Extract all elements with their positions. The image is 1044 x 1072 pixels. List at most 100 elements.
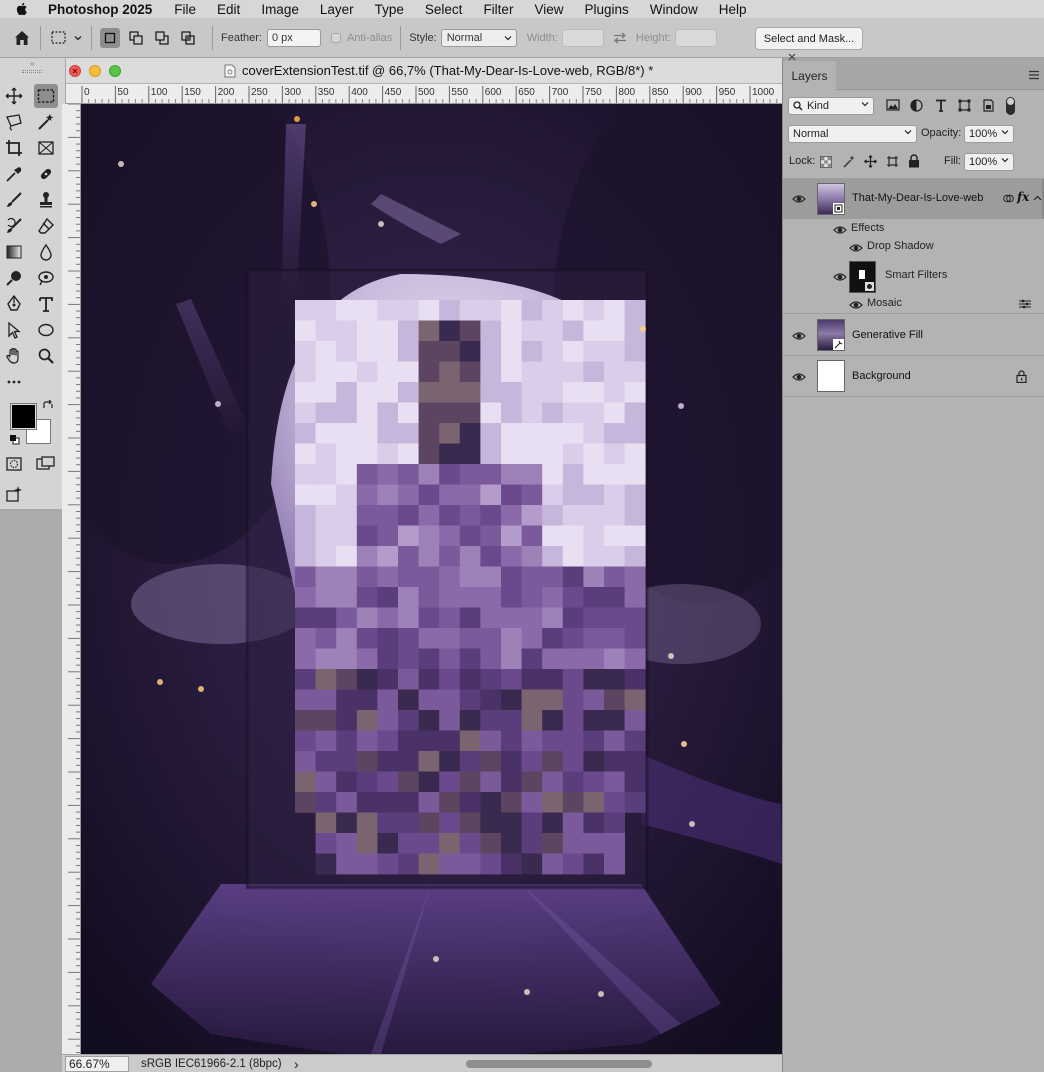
status-info-arrow[interactable]: ›	[294, 1056, 299, 1072]
shape-layer-filter-icon[interactable]	[958, 99, 971, 112]
foreground-color-swatch[interactable]	[10, 403, 37, 430]
menu-help[interactable]: Help	[719, 2, 747, 17]
add-to-selection-button[interactable]	[126, 28, 146, 48]
clone-stamp-tool[interactable]	[34, 188, 58, 212]
app-name-menu[interactable]: Photoshop 2025	[48, 2, 152, 17]
menu-edit[interactable]: Edit	[217, 2, 240, 17]
new-selection-button[interactable]	[100, 27, 120, 48]
lasso-select-tool[interactable]	[34, 266, 58, 290]
chevron-down-icon[interactable]	[73, 33, 83, 43]
menu-filter[interactable]: Filter	[483, 2, 513, 17]
effects-label[interactable]: Effects	[851, 222, 884, 234]
menu-view[interactable]: View	[534, 2, 563, 17]
toolbar-collapse-icon[interactable]: «	[0, 58, 65, 68]
intersect-selection-button[interactable]	[178, 28, 198, 48]
dodge-tool[interactable]	[2, 266, 26, 290]
filter-blending-options-icon[interactable]	[1019, 299, 1031, 309]
eye-icon[interactable]	[833, 270, 847, 284]
smart-object-filter-icon[interactable]	[982, 99, 995, 112]
layer-row-generative-fill[interactable]: Generative Fill	[783, 315, 1044, 356]
drop-shadow-label[interactable]: Drop Shadow	[867, 240, 934, 252]
lock-icon[interactable]	[1016, 370, 1027, 383]
eye-icon[interactable]	[792, 370, 806, 384]
zoom-window-button[interactable]	[109, 65, 121, 77]
height-input[interactable]	[674, 28, 717, 47]
brush-tool[interactable]	[2, 188, 26, 212]
layer-row-background[interactable]: Background	[783, 356, 1044, 397]
zoom-tool[interactable]	[34, 344, 58, 368]
healing-brush-tool[interactable]	[34, 162, 58, 186]
lock-position-icon[interactable]	[864, 155, 877, 168]
horizontal-scrollbar[interactable]	[466, 1060, 652, 1068]
hand-tool[interactable]	[2, 344, 26, 368]
menu-select[interactable]: Select	[425, 2, 463, 17]
minimize-window-button[interactable]	[89, 65, 101, 77]
eye-icon[interactable]	[792, 329, 806, 343]
blend-mode-select[interactable]: Normal	[788, 125, 917, 143]
adjustment-layer-filter-icon[interactable]	[910, 99, 923, 112]
path-selection-tool[interactable]	[2, 318, 26, 342]
eye-icon[interactable]	[849, 298, 863, 312]
edit-toolbar-button[interactable]	[2, 370, 26, 394]
apple-icon[interactable]	[14, 1, 30, 17]
eye-icon[interactable]	[849, 241, 863, 255]
menu-file[interactable]: File	[174, 2, 196, 17]
crop-tool[interactable]	[2, 136, 26, 160]
smart-filter-mask-thumbnail[interactable]	[849, 261, 876, 293]
toolbar-grip[interactable]	[22, 70, 42, 73]
layer-row-that-my-dear-is-love-web[interactable]: That-My-Dear-Is-Love-web fx	[783, 179, 1044, 219]
opacity-input[interactable]: 100%	[964, 125, 1014, 143]
swap-colors-icon[interactable]	[42, 400, 54, 412]
menu-type[interactable]: Type	[375, 2, 404, 17]
screen-mode-button[interactable]	[34, 452, 58, 476]
panel-menu-icon[interactable]	[1029, 70, 1039, 80]
type-layer-filter-icon[interactable]	[935, 99, 947, 112]
swap-dimensions-icon[interactable]	[613, 32, 627, 44]
lock-artboard-icon[interactable]	[886, 155, 899, 168]
width-input[interactable]	[561, 28, 604, 47]
ellipse-tool[interactable]	[34, 318, 58, 342]
smart-filters-label[interactable]: Smart Filters	[885, 269, 947, 281]
filter-kind-select[interactable]: Kind	[788, 97, 874, 115]
anti-alias-checkbox[interactable]	[330, 32, 341, 43]
rectangular-marquee-tool[interactable]	[34, 84, 58, 108]
fill-input[interactable]: 100%	[964, 153, 1014, 171]
marquee-preset-icon[interactable]	[49, 29, 71, 47]
pixel-layer-filter-icon[interactable]	[886, 99, 900, 111]
subtract-from-selection-button[interactable]	[152, 28, 172, 48]
menu-layer[interactable]: Layer	[320, 2, 354, 17]
eye-icon[interactable]	[792, 192, 806, 206]
eye-icon[interactable]	[833, 223, 847, 237]
menu-image[interactable]: Image	[261, 2, 299, 17]
frame-tool[interactable]	[34, 136, 58, 160]
filter-toggle-switch[interactable]	[1006, 97, 1015, 115]
eraser-tool[interactable]	[34, 214, 58, 238]
move-tool[interactable]	[2, 84, 26, 108]
magic-wand-tool[interactable]	[34, 110, 58, 134]
type-tool[interactable]	[34, 292, 58, 316]
chevron-down-icon[interactable]	[1001, 128, 1009, 136]
menu-window[interactable]: Window	[650, 2, 698, 17]
mosaic-filter-label[interactable]: Mosaic	[867, 297, 902, 309]
pen-tool[interactable]	[2, 292, 26, 316]
lock-image-pixels-icon[interactable]	[842, 155, 855, 168]
gradient-tool[interactable]	[2, 240, 26, 264]
feather-input[interactable]: 0 px	[266, 28, 321, 47]
chevron-down-icon[interactable]	[1001, 156, 1009, 164]
zoom-level-field[interactable]: 66.67%	[65, 1056, 129, 1072]
layer-effects-fx-icon[interactable]: fx	[1017, 190, 1029, 204]
document-canvas[interactable]	[81, 104, 782, 1054]
default-colors-icon[interactable]	[9, 434, 20, 445]
history-brush-tool[interactable]	[2, 214, 26, 238]
vertical-ruler[interactable]	[62, 104, 81, 1054]
select-and-mask-button[interactable]: Select and Mask...	[755, 27, 863, 50]
blur-tool[interactable]	[34, 240, 58, 264]
generative-button[interactable]	[2, 482, 26, 506]
style-select[interactable]: Normal	[440, 28, 517, 47]
lasso-tool[interactable]	[2, 110, 26, 134]
horizontal-ruler[interactable]: 0 50 100 150 200 250 300 350 400 450 500 550 600 650 7…	[66, 84, 782, 104]
close-window-button[interactable]	[69, 65, 81, 77]
lock-all-icon[interactable]	[908, 154, 920, 168]
eyedropper-tool[interactable]	[2, 162, 26, 186]
chevron-up-icon[interactable]	[1033, 194, 1042, 203]
